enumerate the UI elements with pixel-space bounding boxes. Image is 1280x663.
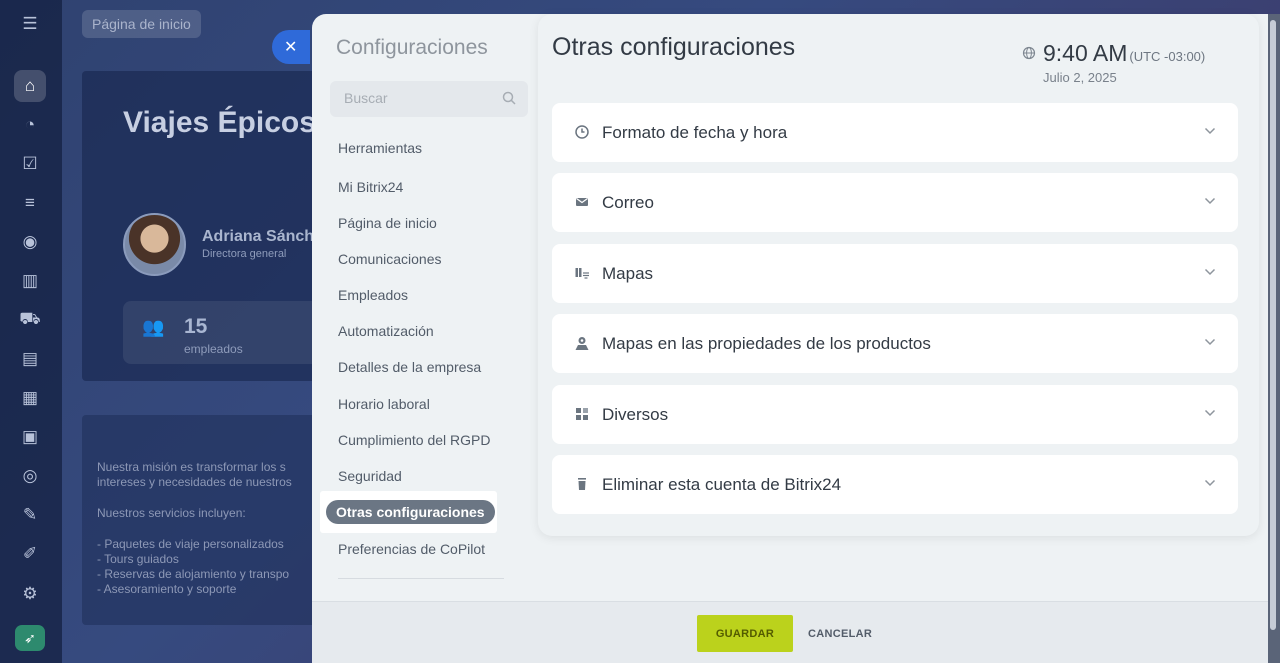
- cancel-button[interactable]: CANCELAR: [808, 615, 872, 652]
- time-value: 9:40 AM: [1043, 40, 1128, 66]
- crm-icon[interactable]: ≡: [14, 187, 46, 219]
- copilot-icon[interactable]: ◉: [14, 226, 46, 258]
- close-icon: ✕: [284, 39, 298, 56]
- close-slider-button[interactable]: ✕: [272, 30, 310, 64]
- section-date-time-format[interactable]: Formato de fecha y hora: [552, 103, 1238, 162]
- services-intro: Nuestros servicios incluyen:: [97, 506, 246, 520]
- current-date: Julio 2, 2025: [1043, 70, 1117, 85]
- section-mapas[interactable]: Mapas: [552, 244, 1238, 303]
- section-diversos[interactable]: Diversos: [552, 385, 1238, 444]
- people-icon: 👥: [142, 317, 165, 337]
- service-item: - Reservas de alojamiento y transpo: [97, 567, 290, 581]
- mission-line: intereses y necesidades de nuestros: [97, 475, 292, 489]
- section-label: Diversos: [602, 405, 669, 424]
- target-icon[interactable]: ◎: [14, 460, 46, 492]
- nav-item-automatizacion[interactable]: Automatización: [338, 323, 434, 339]
- mission-line: Nuestra misión es transformar los s: [97, 460, 286, 474]
- current-time: 9:40 AM (UTC -03:00): [1043, 40, 1205, 67]
- cart-icon[interactable]: ⛟: [14, 304, 46, 336]
- globe-icon: [1022, 46, 1036, 60]
- avatar: [123, 213, 186, 276]
- chat-icon[interactable]: ◔: [14, 109, 46, 141]
- nav-divider: [338, 578, 504, 579]
- tasks-icon[interactable]: ☑: [14, 148, 46, 180]
- map-pin-icon: [575, 337, 589, 350]
- employee-label: empleados: [184, 342, 243, 356]
- search-box: [330, 81, 528, 117]
- pen-icon[interactable]: ✐: [14, 538, 46, 570]
- nav-item-herramientas[interactable]: Herramientas: [338, 140, 422, 156]
- nav-item-copilot[interactable]: Preferencias de CoPilot: [338, 541, 485, 557]
- footer-bar: GUARDAR CANCELAR: [312, 601, 1268, 663]
- nav-item-empleados[interactable]: Empleados: [338, 287, 408, 303]
- search-icon[interactable]: [502, 91, 516, 105]
- drive-icon[interactable]: ▣: [14, 421, 46, 453]
- breadcrumb[interactable]: Página de inicio: [82, 10, 201, 38]
- nav-item-comunicaciones[interactable]: Comunicaciones: [338, 251, 442, 267]
- section-correo[interactable]: Correo: [552, 173, 1238, 232]
- rocket-icon[interactable]: ➶: [15, 625, 45, 651]
- menu-icon[interactable]: ☰: [14, 8, 46, 40]
- grid-icon: [576, 408, 588, 420]
- employee-count: 15: [184, 315, 208, 338]
- left-sidebar: ☰ ⌂ ◔ ☑ ≡ ◉ ▥ ⛟ ▤ ▦ ▣ ◎ ✎ ✐ ⚙ ➶: [0, 0, 62, 663]
- company-title: Viajes Épicos: [123, 106, 316, 139]
- nav-item-pagina-de-inicio[interactable]: Página de inicio: [338, 215, 437, 231]
- clock-icon: [575, 125, 589, 139]
- home-icon[interactable]: ⌂: [14, 70, 46, 102]
- person-role: Directora general: [202, 248, 287, 260]
- service-item: - Tours guiados: [97, 552, 179, 566]
- section-eliminar-cuenta[interactable]: Eliminar esta cuenta de Bitrix24: [552, 455, 1238, 514]
- section-label: Formato de fecha y hora: [602, 123, 788, 142]
- service-item: - Asesoramiento y soporte: [97, 582, 237, 596]
- nav-item-horario-laboral[interactable]: Horario laboral: [338, 396, 430, 412]
- save-button[interactable]: GUARDAR: [697, 615, 793, 652]
- section-label: Eliminar esta cuenta de Bitrix24: [602, 475, 842, 494]
- section-label: Mapas en las propiedades de los producto…: [602, 334, 931, 353]
- timezone: (UTC -03:00): [1129, 49, 1206, 64]
- person-name: Adriana Sánch: [202, 228, 315, 245]
- analytics-icon[interactable]: ▥: [14, 265, 46, 297]
- settings-title: Configuraciones: [336, 36, 488, 59]
- contacts-icon[interactable]: ▤: [14, 343, 46, 375]
- chevron-down-icon: [1204, 197, 1216, 205]
- chevron-down-icon: [1204, 479, 1216, 487]
- scrollbar-thumb[interactable]: [1270, 20, 1276, 630]
- chevron-down-icon: [1204, 127, 1216, 135]
- sign-icon[interactable]: ✎: [14, 499, 46, 531]
- chevron-down-icon: [1204, 409, 1216, 417]
- nav-item-otras-configuraciones[interactable]: Otras configuraciones: [326, 500, 495, 524]
- gear-icon[interactable]: ⚙: [14, 578, 46, 610]
- nav-item-rgpd[interactable]: Cumplimiento del RGPD: [338, 432, 491, 448]
- section-label: Mapas: [602, 264, 654, 283]
- section-mapas-propiedades-productos[interactable]: Mapas en las propiedades de los producto…: [552, 314, 1238, 373]
- search-input[interactable]: [344, 90, 494, 106]
- nav-item-mi-bitrix24[interactable]: Mi Bitrix24: [338, 179, 403, 195]
- envelope-icon: [576, 198, 588, 206]
- service-item: - Paquetes de viaje personalizados: [97, 537, 284, 551]
- chevron-down-icon: [1204, 338, 1216, 346]
- map-icon: [575, 268, 589, 279]
- section-label: Correo: [602, 193, 654, 212]
- chevron-down-icon: [1204, 268, 1216, 276]
- trash-icon: [578, 478, 586, 490]
- nav-item-seguridad[interactable]: Seguridad: [338, 468, 402, 484]
- page-title: Otras configuraciones: [552, 33, 796, 61]
- nav-item-detalles-empresa[interactable]: Detalles de la empresa: [338, 359, 481, 375]
- content-card: Otras configuraciones 9:40 AM (UTC -03:00…: [538, 14, 1259, 536]
- calendar-icon[interactable]: ▦: [14, 382, 46, 414]
